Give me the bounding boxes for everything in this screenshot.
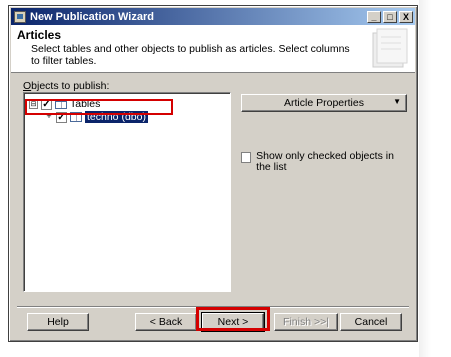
help-button[interactable]: Help [27, 313, 89, 331]
title-bar[interactable]: New Publication Wizard _ □ X [11, 8, 415, 25]
dropdown-arrow-icon: ▼ [393, 97, 401, 106]
maximize-button[interactable]: □ [383, 10, 397, 23]
page-description: Select tables and other objects to publi… [31, 43, 350, 67]
article-properties-label: Article Properties [284, 97, 364, 109]
window-controls: _ □ X [367, 10, 413, 23]
screen-edge [419, 0, 431, 357]
finish-button: Finish >>| [274, 313, 338, 331]
show-only-checked-option[interactable]: Show only checked objects in the list [241, 151, 411, 173]
app-icon [14, 10, 26, 23]
page-title: Articles [17, 28, 62, 42]
show-only-checked-label: Show only checked objects in the list [256, 150, 394, 173]
objects-tree[interactable]: ⊟ ✓ Tables + ✓ techno (dbo) [23, 92, 231, 292]
close-button[interactable]: X [399, 10, 413, 23]
article-properties-button[interactable]: Article Properties ▼ [241, 94, 407, 112]
wizard-window: New Publication Wizard _ □ X Articles Se… [8, 5, 418, 342]
techno-highlight-annotation [25, 99, 173, 115]
minimize-button[interactable]: _ [367, 10, 381, 23]
wizard-header: Articles Select tables and other objects… [11, 25, 415, 73]
cancel-button[interactable]: Cancel [340, 313, 402, 331]
show-only-checked-checkbox[interactable] [241, 152, 252, 163]
wizard-banner-icon [372, 28, 408, 68]
back-button[interactable]: < Back [135, 313, 197, 331]
next-highlight-annotation [196, 307, 270, 331]
objects-to-publish-label: Objects to publish: [23, 80, 110, 92]
window-title: New Publication Wizard [30, 10, 154, 23]
